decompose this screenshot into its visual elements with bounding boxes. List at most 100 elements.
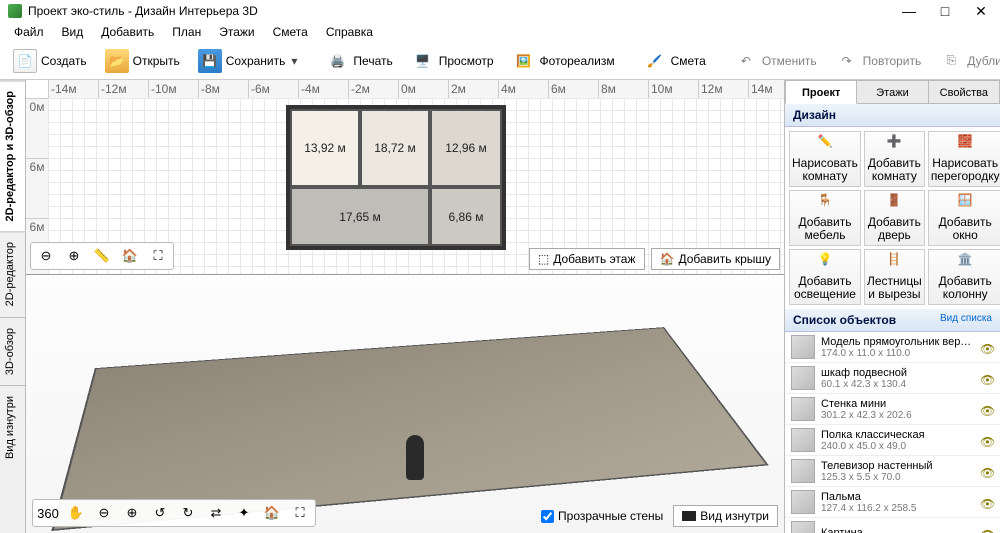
menu-view[interactable]: Вид — [54, 23, 92, 41]
save-button[interactable]: 💾 Сохранить — [191, 46, 305, 76]
tab-floors[interactable]: Этажи — [857, 80, 928, 104]
visibility-toggle-icon[interactable]: 👁 — [980, 342, 994, 352]
photo-icon: 🖼️ — [512, 49, 536, 73]
estimate-button[interactable]: 🖌️ Смета — [636, 46, 713, 76]
menu-file[interactable]: Файл — [6, 23, 52, 41]
menu-plan[interactable]: План — [164, 23, 209, 41]
add-column-button[interactable]: 🏛️ Добавить колонну — [928, 249, 1000, 305]
draw-partition-button[interactable]: 🧱 Нарисовать перегородку — [928, 131, 1000, 187]
camera-icon — [682, 511, 696, 521]
app-icon — [8, 4, 22, 18]
orbit-360-button[interactable]: 360 — [35, 502, 61, 524]
inside-view-button[interactable]: Вид изнутри — [673, 505, 778, 527]
add-room-button[interactable]: ➕ Добавить комнату — [864, 131, 925, 187]
visibility-toggle-icon[interactable]: 👁 — [980, 528, 994, 533]
folder-open-icon: 📂 — [105, 49, 129, 73]
zoom-in-3d-button[interactable]: ⊕ — [119, 502, 145, 524]
list-item[interactable]: Модель прямоугольник вертик...174.0 x 11… — [785, 332, 1000, 363]
viewport-2d-tools: ⊖ ⊕ 📏 🏠 ⛶ — [30, 242, 174, 270]
add-light-button[interactable]: 💡 Добавить освещение — [789, 249, 861, 305]
room-5[interactable]: 6,86 м — [430, 187, 502, 246]
menu-add[interactable]: Добавить — [93, 23, 162, 41]
viewport-3d[interactable]: 360 ✋ ⊖ ⊕ ↺ ↻ ⇄ ✦ 🏠 ⛶ Прозрачные стены В… — [26, 275, 784, 533]
zoom-out-3d-button[interactable]: ⊖ — [91, 502, 117, 524]
photoreal-button[interactable]: 🖼️ Фотореализм — [505, 46, 622, 76]
ruler-tick: 6м — [548, 80, 598, 98]
fit-2d-button[interactable]: ⛶ — [145, 245, 171, 267]
zoom-in-2d-button[interactable]: ⊕ — [61, 245, 87, 267]
rotate-left-button[interactable]: ↺ — [147, 502, 173, 524]
roof-icon: 🏠 — [660, 252, 675, 266]
list-item[interactable]: Картина👁 — [785, 518, 1000, 533]
flip-button[interactable]: ⇄ — [203, 502, 229, 524]
floorplan[interactable]: 13,92 м 18,72 м 12,96 м 17,65 м 6,86 м — [286, 105, 506, 250]
tab-project[interactable]: Проект — [785, 80, 857, 104]
list-item[interactable]: Полка классическая240.0 x 45.0 x 49.0👁 — [785, 425, 1000, 456]
tab-inside-view[interactable]: Вид изнутри — [0, 385, 25, 469]
tab-2d-3d-combo[interactable]: 2D-редактор и 3D-обзор — [0, 80, 25, 231]
visibility-toggle-icon[interactable]: 👁 — [980, 466, 994, 476]
stairs-icon: 🪜 — [883, 253, 905, 273]
close-button[interactable]: ✕ — [970, 3, 992, 20]
ruler-tick: -4м — [298, 80, 348, 98]
visibility-toggle-icon[interactable]: 👁 — [980, 373, 994, 383]
object-dims: 174.0 x 11.0 x 110.0 — [821, 348, 974, 359]
list-view-link[interactable]: Вид списка — [940, 313, 992, 324]
list-item[interactable]: Пальма127.4 x 116.2 x 258.5👁 — [785, 487, 1000, 518]
axis-button[interactable]: ✦ — [231, 502, 257, 524]
ruler-horizontal: -14м-12м-10м-8м-6м-4м-2м0м2м4м6м8м10м12м… — [48, 80, 784, 98]
tab-2d-editor[interactable]: 2D-редактор — [0, 231, 25, 316]
menubar: Файл Вид Добавить План Этажи Смета Справ… — [0, 22, 1000, 42]
undo-button[interactable]: ↶ Отменить — [727, 46, 824, 76]
ruler-tick: 0м — [398, 80, 448, 98]
rotate-right-button[interactable]: ↻ — [175, 502, 201, 524]
list-item[interactable]: шкаф подвесной60.1 x 42.3 x 130.4👁 — [785, 363, 1000, 394]
zoom-out-2d-button[interactable]: ⊖ — [33, 245, 59, 267]
pan-button[interactable]: ✋ — [63, 502, 89, 524]
menu-floors[interactable]: Этажи — [211, 23, 262, 41]
window-icon: 🪟 — [954, 194, 976, 214]
fit-3d-button[interactable]: ⛶ — [287, 502, 313, 524]
minimize-button[interactable]: — — [898, 3, 920, 20]
stairs-button[interactable]: 🪜 Лестницы и вырезы — [864, 249, 925, 305]
floppy-disk-icon: 💾 — [198, 49, 222, 73]
visibility-toggle-icon[interactable]: 👁 — [980, 404, 994, 414]
ruler-tick: -14м — [48, 80, 98, 98]
chair-icon: 🪑 — [814, 194, 836, 214]
home-3d-button[interactable]: 🏠 — [259, 502, 285, 524]
list-item[interactable]: Телевизор настенный125.3 x 5.5 x 70.0👁 — [785, 456, 1000, 487]
add-window-button[interactable]: 🪟 Добавить окно — [928, 190, 1000, 246]
visibility-toggle-icon[interactable]: 👁 — [980, 435, 994, 445]
print-button[interactable]: 🖨️ Печать — [318, 46, 399, 76]
room-1[interactable]: 13,92 м — [290, 109, 360, 187]
home-2d-button[interactable]: 🏠 — [117, 245, 143, 267]
transparent-walls-checkbox[interactable]: Прозрачные стены — [541, 509, 663, 523]
preview-button[interactable]: 🖥️ Просмотр — [404, 46, 501, 76]
render-3d — [26, 275, 784, 533]
maximize-button[interactable]: □ — [934, 3, 956, 20]
add-roof-button[interactable]: 🏠 Добавить крышу — [651, 248, 781, 270]
add-floor-button[interactable]: ⬚ Добавить этаж — [529, 248, 645, 270]
add-furniture-button[interactable]: 🪑 Добавить мебель — [789, 190, 861, 246]
tab-3d-view[interactable]: 3D-обзор — [0, 317, 25, 385]
ruler-tick: 6м — [26, 158, 48, 218]
menu-estimate[interactable]: Смета — [265, 23, 316, 41]
bulb-icon: 💡 — [814, 253, 836, 273]
add-door-button[interactable]: 🚪 Добавить дверь — [864, 190, 925, 246]
list-item[interactable]: Стенка мини301.2 x 42.3 x 202.6👁 — [785, 394, 1000, 425]
redo-button[interactable]: ↷ Повторить — [828, 46, 929, 76]
viewport-3d-tools: 360 ✋ ⊖ ⊕ ↺ ↻ ⇄ ✦ 🏠 ⛶ — [32, 499, 316, 527]
ruler-2d-button[interactable]: 📏 — [89, 245, 115, 267]
draw-room-button[interactable]: ✏️ Нарисовать комнату — [789, 131, 861, 187]
menu-help[interactable]: Справка — [318, 23, 381, 41]
room-3[interactable]: 12,96 м — [430, 109, 502, 187]
room-4[interactable]: 17,65 м — [290, 187, 430, 246]
tab-properties[interactable]: Свойства — [929, 80, 1000, 104]
create-button[interactable]: 📄 Создать — [6, 46, 94, 76]
viewport-2d[interactable]: -14м-12м-10м-8м-6м-4м-2м0м2м4м6м8м10м12м… — [26, 80, 784, 275]
room-2[interactable]: 18,72 м — [360, 109, 430, 187]
duplicate-button[interactable]: ⎘ Дублировать — [932, 46, 1000, 76]
open-button[interactable]: 📂 Открыть — [98, 46, 187, 76]
visibility-toggle-icon[interactable]: 👁 — [980, 497, 994, 507]
object-thumbnail — [791, 459, 815, 483]
